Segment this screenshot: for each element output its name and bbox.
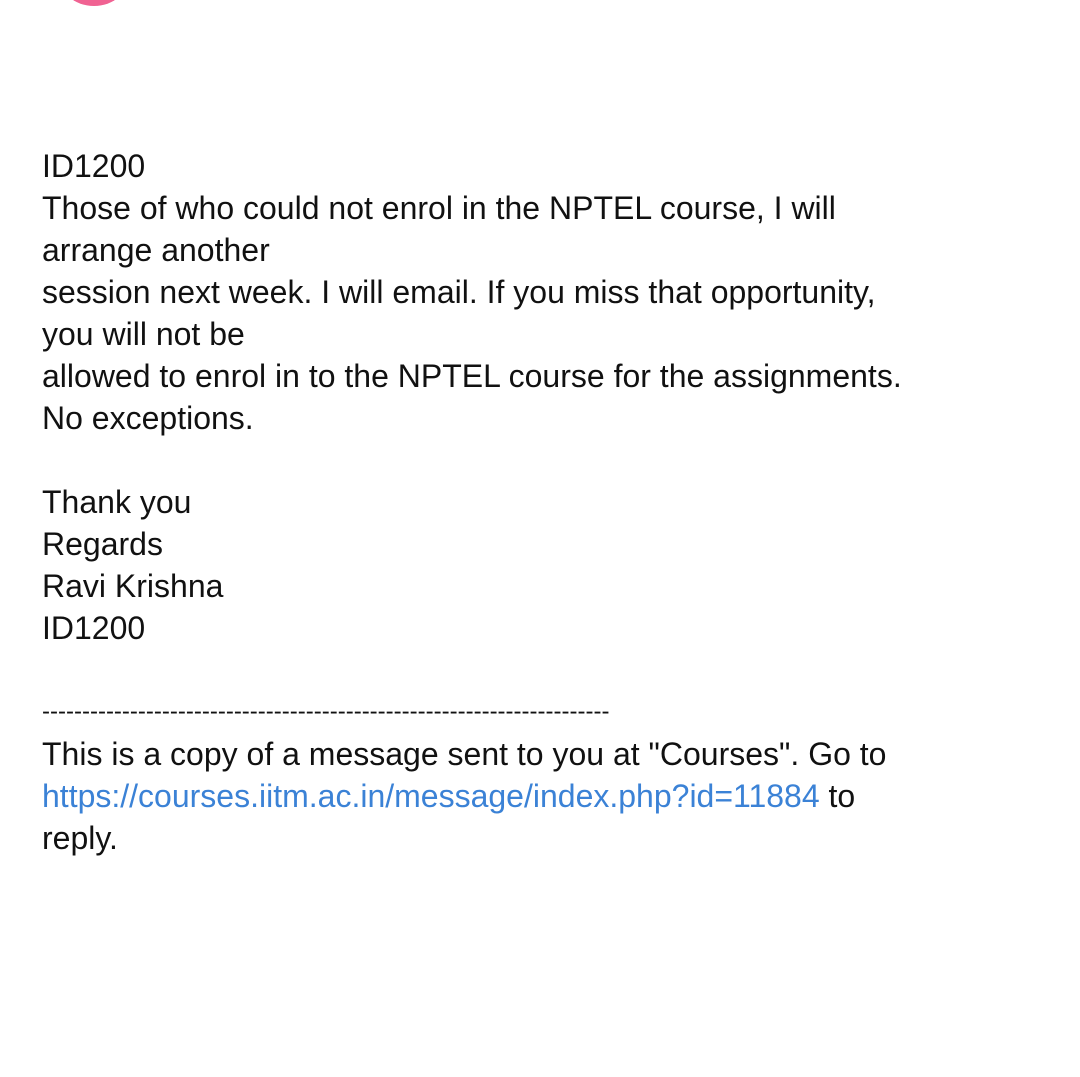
sender-course-id: ID1200 xyxy=(42,610,146,646)
message-id-line: ID1200 xyxy=(42,148,146,184)
message-body-line-3: session next week. I will email. If you … xyxy=(42,274,876,310)
message-body-line-2: arrange another xyxy=(42,232,270,268)
footer-reply-text: reply. xyxy=(42,820,118,856)
message-divider: ----------------------------------------… xyxy=(42,698,610,725)
footer-link-line: https://courses.iitm.ac.in/message/index… xyxy=(42,775,1052,817)
footer-copy-notice: This is a copy of a message sent to you … xyxy=(42,736,887,772)
avatar xyxy=(58,0,130,6)
message-body-line-4: you will not be xyxy=(42,316,245,352)
message-body: ID1200 Those of who could not enrol in t… xyxy=(42,145,1052,859)
sender-name: Ravi Krishna xyxy=(42,568,224,604)
closing-thank-you: Thank you xyxy=(42,484,192,520)
message-body-line-1: Those of who could not enrol in the NPTE… xyxy=(42,190,836,226)
footer-to-text: to xyxy=(819,778,856,814)
message-body-line-5: allowed to enrol in to the NPTEL course … xyxy=(42,358,902,394)
message-body-line-6: No exceptions. xyxy=(42,400,254,436)
closing-regards: Regards xyxy=(42,526,163,562)
reply-link[interactable]: https://courses.iitm.ac.in/message/index… xyxy=(42,778,820,814)
